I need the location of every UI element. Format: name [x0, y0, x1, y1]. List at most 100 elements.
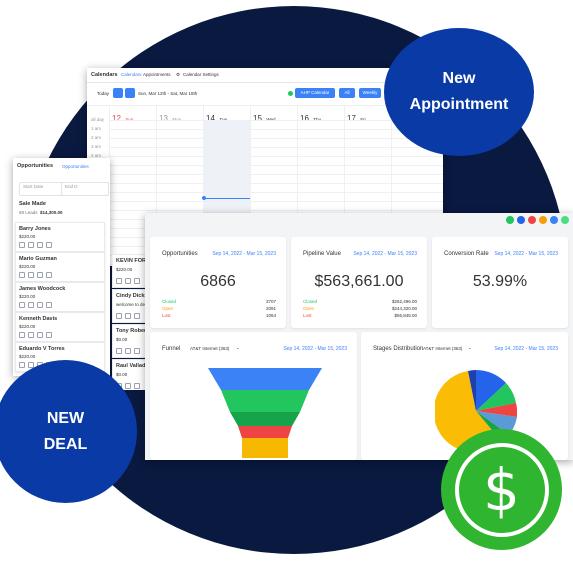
grid-line [109, 138, 443, 139]
alert-icon[interactable] [539, 216, 547, 224]
message-icon[interactable] [125, 313, 131, 319]
help-icon[interactable] [550, 216, 558, 224]
deal-actions [19, 272, 52, 278]
date-range: Sun, Mar 12th - Sat, Mar 18th [138, 91, 198, 96]
calendar-icon[interactable] [46, 272, 52, 278]
new-deal-badge: NEW DEAL [0, 360, 137, 503]
prev-week-button[interactable] [113, 88, 123, 98]
next-week-button[interactable] [125, 88, 135, 98]
message-icon[interactable] [28, 332, 34, 338]
phone-icon[interactable] [19, 362, 25, 368]
email-icon[interactable] [134, 313, 140, 319]
toolbar-icons [506, 216, 569, 224]
phone-icon[interactable] [506, 216, 514, 224]
phone-icon[interactable] [19, 302, 25, 308]
notification-icon[interactable] [528, 216, 536, 224]
deal-card[interactable]: James Woodcock $220.00 [15, 282, 105, 312]
card-title: Funnel [162, 346, 181, 352]
message-icon[interactable] [28, 302, 34, 308]
deal-actions [116, 313, 140, 319]
view-select[interactable]: Weekly [359, 88, 381, 98]
current-time-dot [202, 196, 206, 200]
day-header: 13 Mon [159, 114, 181, 123]
time-label: 1 am [91, 126, 102, 131]
card-date[interactable]: Sep 14, 2022 - Mar 15, 2023 [494, 346, 558, 352]
card-value: 6866 [200, 273, 236, 290]
deal-name: Kenneth Davis [19, 316, 58, 322]
user-icon[interactable] [517, 216, 525, 224]
calendar-select[interactable]: AHP Calendar [295, 88, 335, 98]
stage-name: Sale Made [19, 201, 46, 207]
deal-value: $220.00 [19, 324, 36, 329]
calendar-settings-link[interactable]: Calendar Settings [183, 72, 219, 78]
grid-line [109, 210, 443, 211]
email-icon[interactable] [37, 302, 43, 308]
phone-icon[interactable] [19, 242, 25, 248]
deal-actions [19, 242, 52, 248]
pipeline-select[interactable]: AT&T Internet (363) [190, 346, 229, 352]
email-icon[interactable] [37, 242, 43, 248]
deal-name: Barry Jones [19, 226, 51, 232]
filter-select[interactable]: All [339, 88, 355, 98]
day-header: 17 Fri [347, 114, 366, 123]
phone-icon[interactable] [116, 278, 122, 284]
chat-icon[interactable] [561, 216, 569, 224]
tab-calendars[interactable]: Calendars [121, 72, 142, 78]
tab-appointments[interactable]: Appointments [143, 72, 171, 78]
gear-icon[interactable]: ⚙ [176, 72, 180, 78]
phone-icon[interactable] [19, 332, 25, 338]
opportunities-window: Opportunities Opportunities Start Date E… [13, 158, 110, 376]
calendar-icon[interactable] [46, 242, 52, 248]
deal-card[interactable]: Barry Jones $220.00 [15, 222, 105, 252]
phone-icon[interactable] [116, 313, 122, 319]
message-icon[interactable] [28, 242, 34, 248]
card-date[interactable]: Sep 14, 2022 - Mar 15, 2023 [212, 251, 276, 257]
deal-card[interactable]: Kenneth Davis $220.00 [15, 312, 105, 342]
calendar-icon[interactable] [46, 332, 52, 338]
email-icon[interactable] [134, 278, 140, 284]
card-title: Opportunities [162, 251, 198, 257]
tab-opportunities[interactable]: Opportunities [62, 164, 89, 170]
status-dot-icon [288, 91, 293, 96]
deal-value: $0.00 [116, 337, 128, 342]
grid-line [109, 201, 443, 202]
stage-amount: $14,300.00 [40, 210, 63, 215]
dashboard-window: Opportunities Sep 14, 2022 - Mar 15, 202… [145, 213, 573, 460]
chevron-down-icon[interactable]: ⌄ [468, 345, 472, 351]
chevron-down-icon[interactable]: ⌄ [236, 345, 240, 351]
grid-line [109, 165, 443, 166]
phone-icon[interactable] [19, 272, 25, 278]
deal-card[interactable]: Mario Guzman $220.00 [15, 252, 105, 282]
email-icon[interactable] [134, 348, 140, 354]
card-date[interactable]: Sep 14, 2022 - Mar 15, 2023 [353, 251, 417, 257]
opportunities-title: Opportunities [17, 163, 54, 169]
phone-icon[interactable] [116, 348, 122, 354]
message-icon[interactable] [125, 348, 131, 354]
message-icon[interactable] [28, 272, 34, 278]
card-title: Conversion Rate [444, 251, 489, 257]
funnel-stage [221, 390, 309, 412]
time-label: 3 am [91, 144, 102, 149]
end-date-input[interactable]: End D [61, 182, 109, 196]
today-button[interactable]: Today [97, 91, 109, 97]
card-value: $563,661.00 [314, 273, 404, 290]
day-header: 12 Sun [112, 114, 133, 123]
deal-actions [19, 302, 52, 308]
card-date[interactable]: Sep 14, 2022 - Mar 15, 2023 [283, 346, 347, 352]
grid-line [109, 129, 443, 130]
pipeline-select[interactable]: AT&T Internet (363) [423, 346, 462, 352]
start-date-input[interactable]: Start Date [19, 182, 65, 196]
deal-value: $220.00 [19, 354, 36, 359]
grid-line [109, 147, 443, 148]
card-date[interactable]: Sep 14, 2022 - Mar 15, 2023 [494, 251, 558, 257]
message-icon[interactable] [125, 278, 131, 284]
email-icon[interactable] [134, 383, 140, 389]
day-header: 16 Thu [300, 114, 321, 123]
email-icon[interactable] [37, 272, 43, 278]
current-time-line [204, 198, 250, 199]
calendar-icon[interactable] [46, 302, 52, 308]
email-icon[interactable] [37, 332, 43, 338]
message-icon[interactable] [125, 383, 131, 389]
funnel-stage [208, 368, 322, 390]
card-value: 53.99% [472, 273, 528, 290]
